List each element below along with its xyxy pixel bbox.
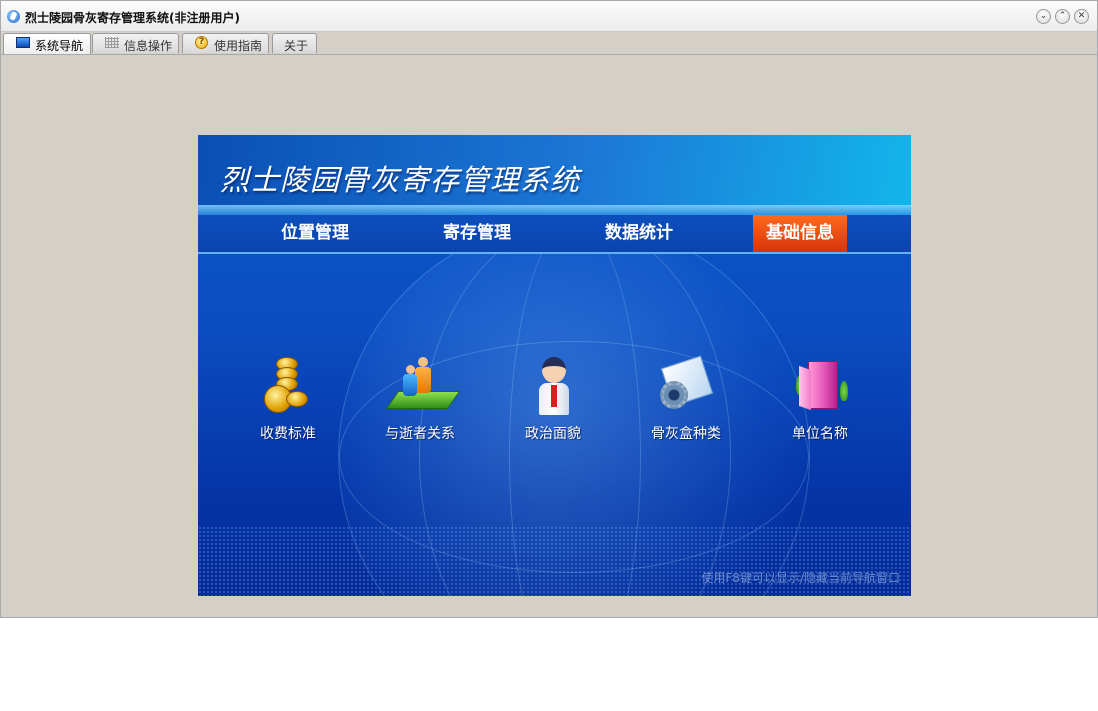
tab-info-operations[interactable]: 信息操作 <box>92 33 179 53</box>
minimize-icon[interactable]: ⌄ <box>1036 9 1051 24</box>
nav-storage-management[interactable]: 寄存管理 <box>430 215 524 252</box>
navigation-panel: 烈士陵园骨灰寄存管理系统 位置管理 寄存管理 数据统计 基础信息 收费标准 与逝… <box>198 135 911 596</box>
main-nav: 位置管理 寄存管理 数据统计 基础信息 <box>198 215 911 254</box>
nav-location-management[interactable]: 位置管理 <box>268 215 362 252</box>
tab-bar: 系统导航 信息操作 ? 使用指南 关于 <box>1 32 1097 55</box>
help-icon: ? <box>195 36 208 49</box>
title-bar: 烈士陵园骨灰寄存管理系统(非注册用户) ⌄ ⌃ ✕ <box>1 1 1097 32</box>
grid-icon <box>105 37 119 48</box>
people-icon <box>385 355 461 417</box>
item-fee-standard[interactable]: 收费标准 <box>243 355 333 443</box>
app-window: 烈士陵园骨灰寄存管理系统(非注册用户) ⌄ ⌃ ✕ 系统导航 信息操作 ? 使用… <box>0 0 1098 618</box>
item-urn-types[interactable]: 骨灰盒种类 <box>641 355 731 443</box>
item-label: 骨灰盒种类 <box>651 426 721 442</box>
close-icon[interactable]: ✕ <box>1074 9 1089 24</box>
item-unit-name[interactable]: 单位名称 <box>775 355 865 443</box>
maximize-icon[interactable]: ⌃ <box>1055 9 1070 24</box>
system-title: 烈士陵园骨灰寄存管理系统 <box>220 163 581 197</box>
item-label: 政治面貌 <box>525 426 581 442</box>
person-icon <box>523 355 583 417</box>
tab-label: 信息操作 <box>124 39 173 53</box>
item-label: 单位名称 <box>792 426 848 442</box>
banner-header: 烈士陵园骨灰寄存管理系统 <box>198 135 911 215</box>
item-label: 收费标准 <box>260 426 316 442</box>
tab-label: 系统导航 <box>35 39 84 53</box>
tab-label: 使用指南 <box>214 39 263 53</box>
building-icon <box>790 355 850 417</box>
tab-user-guide[interactable]: ? 使用指南 <box>182 33 269 53</box>
f8-hint-text: 使用F8键可以显示/隐藏当前导航窗口 <box>701 571 900 585</box>
tab-about[interactable]: 关于 <box>272 33 317 53</box>
item-relationship[interactable]: 与逝者关系 <box>375 355 465 443</box>
window-title: 烈士陵园骨灰寄存管理系统(非注册用户) <box>25 11 240 25</box>
folder-gear-icon <box>656 355 716 417</box>
monitor-icon <box>16 37 30 48</box>
nav-data-statistics[interactable]: 数据统计 <box>592 215 686 252</box>
tab-label: 关于 <box>284 39 309 53</box>
coins-icon <box>258 355 318 417</box>
item-label: 与逝者关系 <box>385 426 455 442</box>
app-logo-icon <box>7 10 20 23</box>
nav-basic-info[interactable]: 基础信息 <box>753 215 847 252</box>
item-political-status[interactable]: 政治面貌 <box>508 355 598 443</box>
tab-system-navigation[interactable]: 系统导航 <box>3 33 91 54</box>
